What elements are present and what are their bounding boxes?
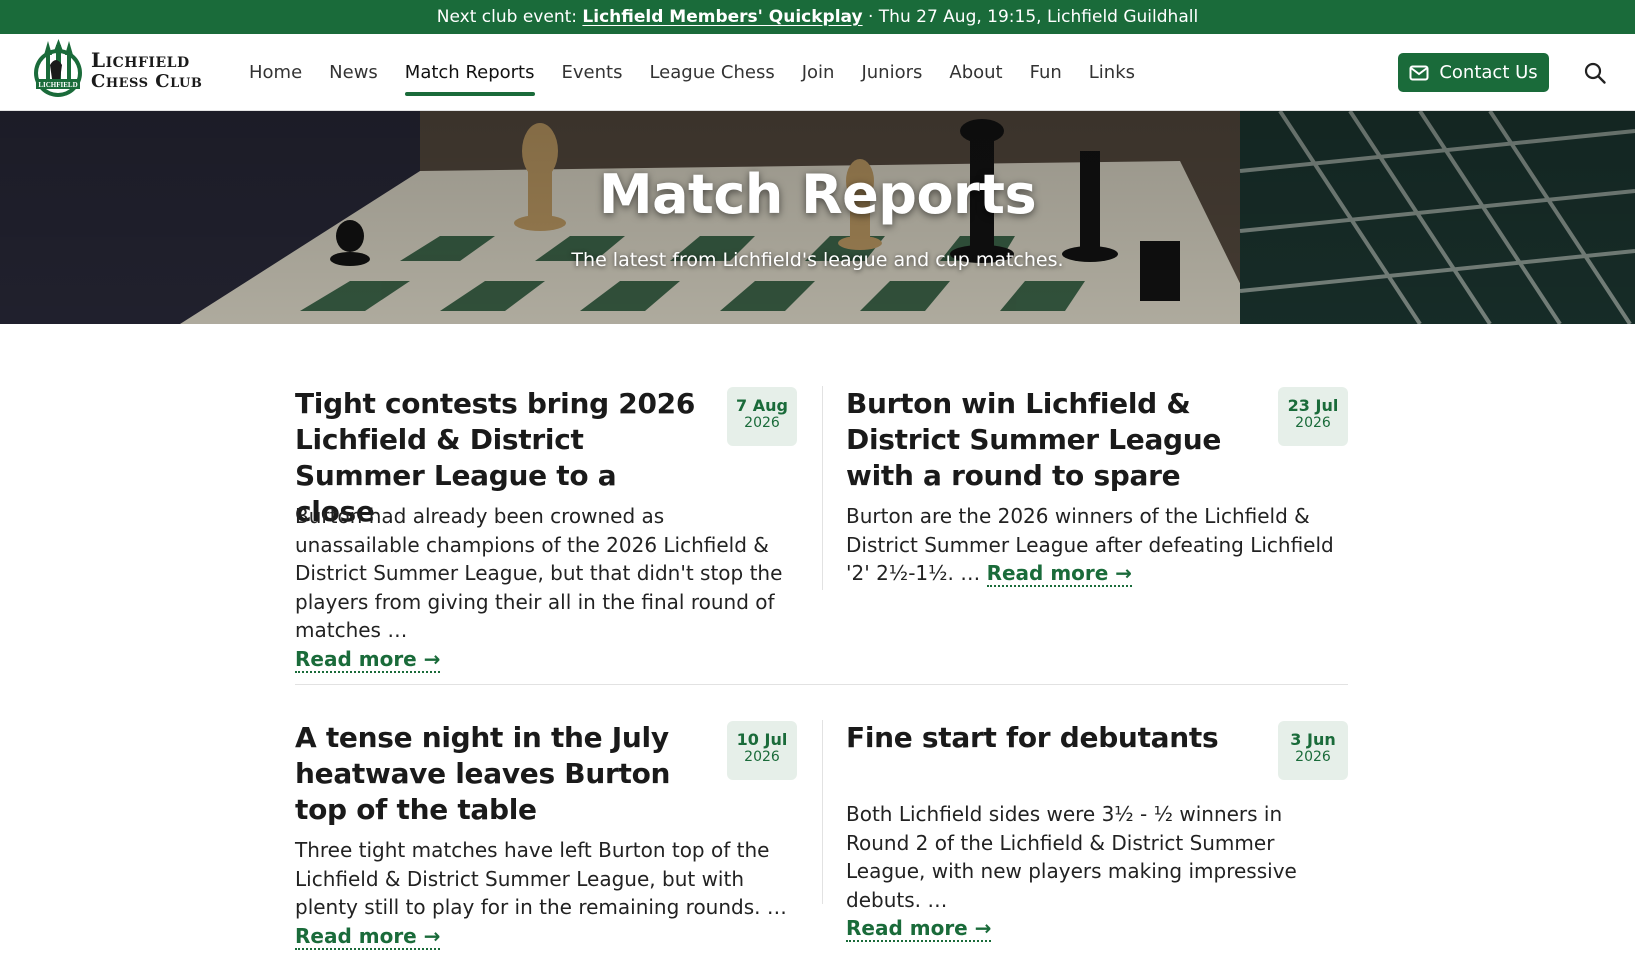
article-title[interactable]: Fine start for debutants	[846, 720, 1256, 756]
date-badge: 7 Aug 2026	[727, 387, 797, 446]
search-icon[interactable]	[1583, 61, 1607, 85]
date-badge: 10 Jul 2026	[727, 721, 797, 780]
announcement-bar: Next club event: Lichfield Members' Quic…	[0, 0, 1635, 34]
announcement-suffix: · Thu 27 Aug, 19:15, Lichfield Guildhall	[862, 7, 1199, 27]
announcement-prefix: Next club event:	[436, 7, 583, 27]
date-year: 2026	[744, 749, 780, 765]
read-more-link[interactable]: Read more →	[846, 916, 992, 942]
crest-banner-text: LICHFIELD	[38, 81, 77, 89]
club-name[interactable]: Lichfield Chess Club	[91, 49, 202, 93]
site-header: LICHFIELD Lichfield Chess Club Home News…	[0, 34, 1635, 111]
club-name-line1: Lichfield	[91, 48, 190, 72]
read-more-link[interactable]: Read more →	[295, 923, 441, 950]
read-more-link[interactable]: Read more →	[986, 561, 1133, 587]
nav-item-links[interactable]: Links	[1089, 34, 1135, 111]
article-title[interactable]: Burton win Lichfield & District Summer L…	[846, 386, 1256, 494]
date-badge: 23 Jul 2026	[1278, 387, 1348, 446]
page-title: Match Reports	[598, 163, 1037, 226]
nav-item-events[interactable]: Events	[562, 34, 623, 111]
date-year: 2026	[1295, 415, 1331, 431]
nav-item-news[interactable]: News	[329, 34, 378, 111]
date-day: 23 Jul	[1287, 396, 1339, 415]
article-excerpt: Burton had already been crowned as unass…	[295, 504, 783, 642]
announcement-event-link[interactable]: Lichfield Members' Quickplay	[582, 7, 862, 27]
envelope-icon	[1409, 65, 1429, 80]
nav-item-juniors[interactable]: Juniors	[861, 34, 922, 111]
article-excerpt: Both Lichfield sides were 3½ - ½ winners…	[846, 802, 1297, 912]
article-excerpt-block: Both Lichfield sides were 3½ - ½ winners…	[846, 800, 1346, 943]
article-excerpt-block: Burton had already been crowned as unass…	[295, 502, 795, 673]
nav-item-home[interactable]: Home	[249, 34, 302, 111]
column-divider	[822, 386, 823, 590]
article-excerpt-block: Burton are the 2026 winners of the Lichf…	[846, 502, 1346, 588]
hero-banner: Match Reports The latest from Lichfield'…	[0, 111, 1635, 324]
club-name-line2: Chess Club	[91, 71, 203, 92]
date-day: 7 Aug	[736, 396, 788, 415]
contact-us-button[interactable]: Contact Us	[1398, 53, 1549, 92]
row-divider	[295, 684, 1348, 685]
read-more-link[interactable]: Read more →	[295, 646, 441, 673]
club-crest-logo[interactable]: LICHFIELD	[32, 39, 84, 101]
article-excerpt: Three tight matches have left Burton top…	[295, 838, 787, 919]
date-day: 10 Jul	[736, 730, 788, 749]
nav-item-about[interactable]: About	[949, 34, 1002, 111]
date-day: 3 Jun	[1290, 730, 1336, 749]
article-title[interactable]: A tense night in the July heatwave leave…	[295, 720, 705, 828]
nav-item-fun[interactable]: Fun	[1030, 34, 1062, 111]
main-nav: Home News Match Reports Events League Ch…	[249, 34, 1162, 111]
column-divider	[822, 720, 823, 904]
date-year: 2026	[744, 415, 780, 431]
article-excerpt-block: Three tight matches have left Burton top…	[295, 836, 795, 950]
nav-item-league-chess[interactable]: League Chess	[649, 34, 774, 111]
nav-item-match-reports[interactable]: Match Reports	[404, 34, 535, 111]
page-subtitle: The latest from Lichfield's league and c…	[571, 249, 1064, 271]
date-badge: 3 Jun 2026	[1278, 721, 1348, 780]
nav-item-join[interactable]: Join	[802, 34, 835, 111]
contact-us-label: Contact Us	[1439, 62, 1538, 83]
date-year: 2026	[1295, 749, 1331, 765]
